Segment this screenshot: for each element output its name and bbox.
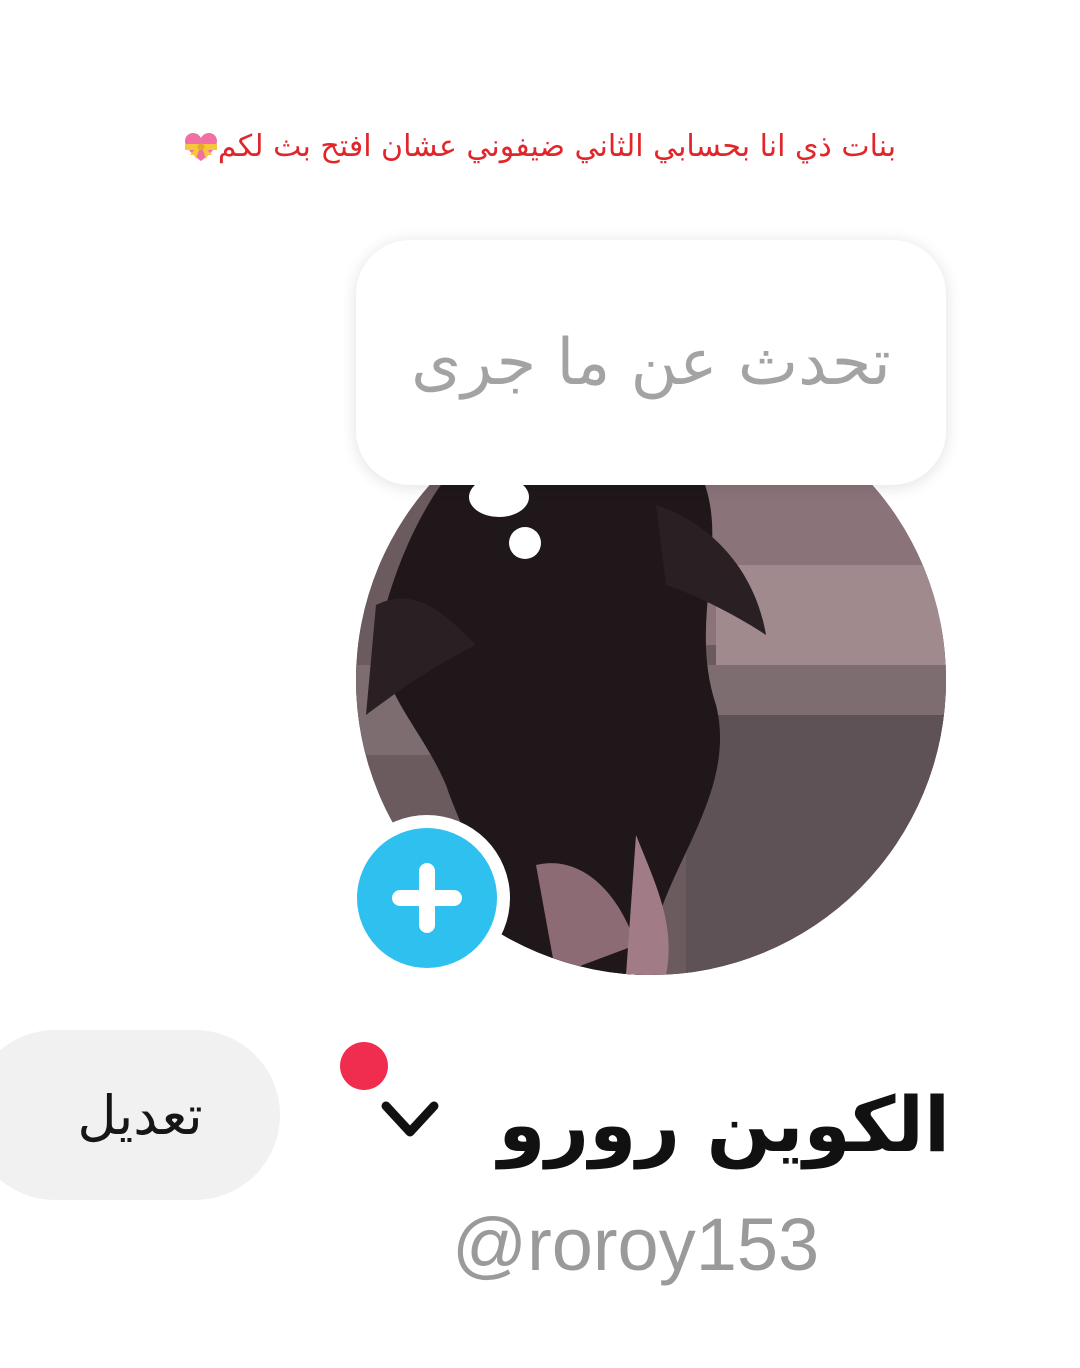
account-switcher[interactable]: الكوين رورو	[370, 1060, 970, 1200]
edit-profile-button[interactable]: تعديل	[0, 1030, 280, 1200]
profile-username: @roroy153	[452, 1203, 820, 1286]
edit-profile-label: تعديل	[77, 1083, 203, 1147]
bubble-tail-large	[469, 477, 529, 517]
heart-with-ribbon-icon	[184, 132, 218, 163]
profile-name: الكوين رورو	[498, 1080, 950, 1169]
bubble-tail-small	[509, 527, 541, 559]
post-caption: بنات ذي انا بحسابي الثاني ضيفوني عشان اف…	[120, 128, 960, 166]
caption-text: بنات ذي انا بحسابي الثاني ضيفوني عشان اف…	[217, 129, 897, 164]
chevron-down-icon[interactable]	[378, 1090, 442, 1150]
plus-icon	[392, 863, 462, 933]
note-placeholder: تحدث عن ما جرى	[411, 325, 891, 400]
add-story-button[interactable]	[344, 815, 510, 981]
add-story-circle	[357, 828, 497, 968]
note-bubble[interactable]: تحدث عن ما جرى	[356, 240, 946, 485]
